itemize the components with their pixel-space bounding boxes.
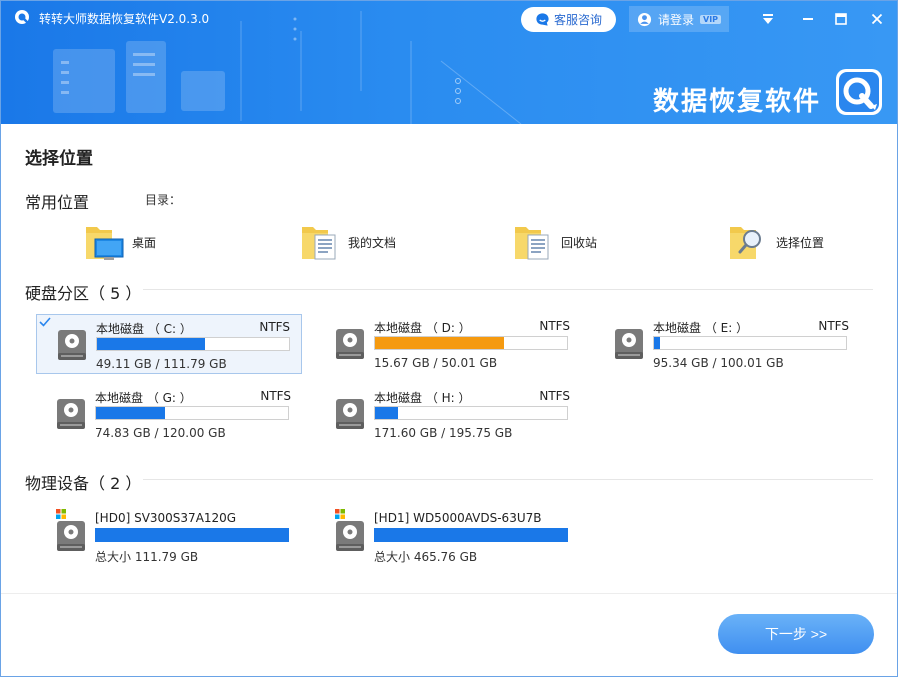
partitions-heading-label: 硬盘分区 xyxy=(25,284,90,303)
hard-drive-icon xyxy=(615,329,643,359)
common-locations-heading: 常用位置 xyxy=(25,193,90,212)
user-icon xyxy=(637,12,652,26)
minimize-button[interactable] xyxy=(796,7,820,31)
partition-size: 49.11 GB / 111.79 GB xyxy=(96,357,227,371)
partition-size: 74.83 GB / 120.00 GB xyxy=(95,426,226,440)
partition-name: 本地磁盘 （ G: ） xyxy=(95,391,192,405)
search-folder-icon xyxy=(730,227,761,259)
partitions-heading: 硬盘分区（ 5 ） xyxy=(25,280,141,304)
brand-text: 数据恢复软件 xyxy=(653,87,822,117)
devices-heading: 物理设备（ 2 ） xyxy=(25,470,141,494)
app-logo-icon xyxy=(15,10,29,24)
brand-logo-icon xyxy=(836,69,882,115)
hard-drive-icon xyxy=(336,329,364,359)
hard-drive-icon xyxy=(58,330,86,360)
quick-location-desktop[interactable]: 桌面 xyxy=(84,221,156,263)
recycle-bin-folder-icon xyxy=(515,227,549,260)
devices-divider xyxy=(143,479,873,480)
partition-c[interactable]: 本地磁盘 （ C: ） NTFS 49.11 GB / 111.79 GB xyxy=(36,314,302,374)
device-size: 总大小 465.76 GB xyxy=(374,550,478,564)
partition-usage-bar xyxy=(95,406,289,420)
quick-location-recycle-bin[interactable]: 回收站 xyxy=(513,221,597,263)
close-icon xyxy=(871,13,883,25)
quick-location-documents[interactable]: 我的文档 xyxy=(300,221,396,263)
hard-drive-icon xyxy=(57,399,85,429)
partition-g[interactable]: 本地磁盘 （ G: ） NTFS 74.83 GB / 120.00 GB xyxy=(36,384,302,444)
documents-folder-icon xyxy=(302,227,336,260)
device-capacity-bar xyxy=(95,528,289,542)
device-name: [HD1] WD5000AVDS-63U7B xyxy=(374,511,542,525)
hard-drive-icon xyxy=(57,521,85,551)
partition-usage-bar xyxy=(653,336,847,350)
customer-service-button[interactable]: 客服咨询 xyxy=(521,7,616,32)
desktop-folder-icon xyxy=(86,227,124,260)
partitions-count: （ 5 ） xyxy=(89,284,142,303)
partition-d[interactable]: 本地磁盘 （ D: ） NTFS 15.67 GB / 50.01 GB xyxy=(315,314,581,374)
login-button[interactable]: 请登录 VIP xyxy=(629,6,729,32)
partition-size: 15.67 GB / 50.01 GB xyxy=(374,356,498,370)
physical-device-hd1[interactable]: [HD1] WD5000AVDS-63U7B 总大小 465.76 GB xyxy=(315,506,581,566)
partition-filesystem: NTFS xyxy=(539,319,570,333)
hard-drive-icon xyxy=(336,521,364,551)
partition-filesystem: NTFS xyxy=(539,389,570,403)
maximize-icon xyxy=(835,13,847,25)
quick-location-recycle-bin-label: 回收站 xyxy=(561,235,598,250)
hard-drive-icon xyxy=(336,399,364,429)
partition-filesystem: NTFS xyxy=(259,320,290,334)
partition-name: 本地磁盘 （ D: ） xyxy=(374,321,471,335)
login-label: 请登录 xyxy=(658,12,695,27)
partition-usage-fill xyxy=(97,338,205,350)
partition-usage-fill xyxy=(375,337,504,349)
customer-service-label: 客服咨询 xyxy=(553,13,602,27)
next-step-button[interactable]: 下一步 >> xyxy=(718,614,874,654)
partition-name: 本地磁盘 （ E: ） xyxy=(653,321,749,335)
partition-size: 171.60 GB / 195.75 GB xyxy=(374,426,513,440)
partition-name: 本地磁盘 （ C: ） xyxy=(96,322,192,336)
app-title: 转转大师数据恢复软件V2.0.3.0 xyxy=(39,12,210,26)
partition-usage-bar xyxy=(374,336,568,350)
partition-usage-fill xyxy=(96,407,166,419)
devices-heading-label: 物理设备 xyxy=(25,474,90,493)
menu-icon xyxy=(763,14,773,24)
menu-dropdown-button[interactable] xyxy=(756,7,780,31)
windows-logo-icon xyxy=(335,509,345,519)
quick-location-choose[interactable]: 选择位置 xyxy=(728,221,824,263)
partition-usage-fill xyxy=(375,407,399,419)
checkmark-icon[interactable] xyxy=(38,315,52,329)
partitions-divider xyxy=(143,289,873,290)
device-name: [HD0] SV300S37A120G xyxy=(95,511,237,525)
minimize-icon xyxy=(803,18,813,20)
partition-usage-bar xyxy=(96,337,290,351)
chat-bubble-icon xyxy=(536,13,549,26)
vip-badge: VIP xyxy=(700,14,722,24)
partition-usage-fill xyxy=(654,337,660,349)
maximize-button[interactable] xyxy=(829,7,853,31)
close-button[interactable] xyxy=(865,7,889,31)
physical-device-hd0[interactable]: [HD0] SV300S37A120G 总大小 111.79 GB xyxy=(36,506,302,566)
partition-e[interactable]: 本地磁盘 （ E: ） NTFS 95.34 GB / 100.01 GB xyxy=(594,314,860,374)
header-banner: 转转大师数据恢复软件V2.0.3.0 客服咨询 请登录 VIP 数据恢复软件 xyxy=(1,1,897,124)
partition-usage-bar xyxy=(374,406,568,420)
app-window: 转转大师数据恢复软件V2.0.3.0 客服咨询 请登录 VIP 数据恢复软件 选… xyxy=(0,0,898,677)
device-size: 总大小 111.79 GB xyxy=(95,550,199,564)
devices-count: （ 2 ） xyxy=(89,474,142,493)
partition-name: 本地磁盘 （ H: ） xyxy=(374,391,471,405)
partition-filesystem: NTFS xyxy=(818,319,849,333)
footer-divider xyxy=(1,593,897,594)
device-capacity-bar xyxy=(374,528,568,542)
quick-location-documents-label: 我的文档 xyxy=(348,235,397,250)
partition-size: 95.34 GB / 100.01 GB xyxy=(653,356,784,370)
quick-location-choose-label: 选择位置 xyxy=(776,235,825,250)
partition-h[interactable]: 本地磁盘 （ H: ） NTFS 171.60 GB / 195.75 GB xyxy=(315,384,581,444)
quick-location-desktop-label: 桌面 xyxy=(132,235,157,250)
page-title: 选择位置 xyxy=(25,149,93,169)
windows-logo-icon xyxy=(56,509,66,519)
partition-filesystem: NTFS xyxy=(260,389,291,403)
directory-label: 目录： xyxy=(145,193,182,207)
